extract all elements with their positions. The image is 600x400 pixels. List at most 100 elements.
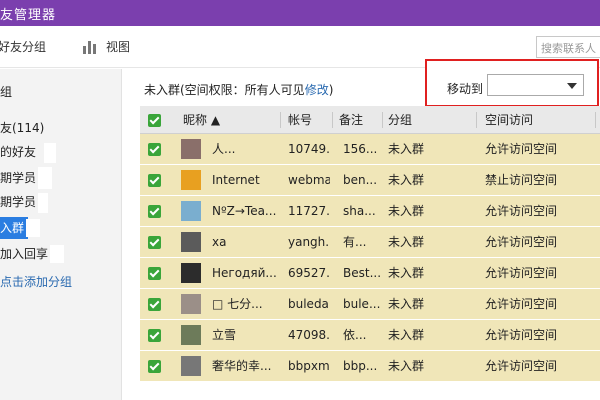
sidebar-item-students-2[interactable]: 期学员 — [0, 191, 36, 213]
row-checkbox[interactable] — [148, 143, 161, 156]
avatar — [181, 325, 201, 345]
select-all-checkbox[interactable] — [148, 114, 161, 127]
table-row[interactable]: □ 七分... buleda... bule... 未入群 允许访问空间 — [140, 289, 600, 320]
sidebar-item-not-joined[interactable]: 入群 — [0, 217, 29, 239]
column-divider — [280, 112, 281, 128]
cell-remark: 依... — [343, 328, 367, 342]
dropdown-arrow-icon — [567, 83, 577, 89]
redaction-block — [38, 193, 48, 213]
cell-remark: Best... — [343, 266, 381, 280]
redaction-block — [50, 245, 64, 263]
row-checkbox[interactable] — [148, 360, 161, 373]
cell-nickname: □ 七分... — [212, 297, 263, 311]
cell-group: 未入群 — [388, 359, 425, 373]
cell-group: 未入群 — [388, 173, 425, 187]
group-button[interactable]: 好友分组 — [0, 38, 46, 55]
table-row[interactable]: 人... 10749... 156... 未入群 允许访问空间 — [140, 134, 600, 165]
cell-nickname: Internet — [212, 173, 260, 187]
column-nickname[interactable]: 昵称 ▲ — [183, 106, 220, 134]
contacts-table: 昵称 ▲ 帐号 备注 分组 空间访问 人... 10749... 156... 未入群… — [140, 106, 600, 382]
column-divider — [332, 112, 333, 128]
sidebar-item-joined-share[interactable]: 加入回享 — [0, 243, 48, 265]
cell-nickname: xa — [212, 235, 227, 249]
cell-account: buleda... — [288, 297, 330, 311]
table-row[interactable]: Internet webma... ben... 未入群 禁止访问空间 — [140, 165, 600, 196]
title-bar: 友管理器 — [0, 0, 600, 26]
cell-group: 未入群 — [388, 266, 425, 280]
cell-group: 未入群 — [388, 328, 425, 342]
window-title: 友管理器 — [0, 8, 57, 23]
view-button[interactable]: 视图 — [82, 38, 130, 55]
cell-account: 11727... — [288, 204, 330, 218]
column-remark[interactable]: 备注 — [339, 106, 363, 134]
cell-space-access: 允许访问空间 — [485, 142, 558, 156]
sidebar-item-my-friends[interactable]: 的好友 — [0, 141, 36, 163]
search-input[interactable]: 搜索联系人 — [536, 36, 600, 58]
cell-space-access: 允许访问空间 — [485, 297, 558, 311]
avatar — [181, 201, 201, 221]
modify-link[interactable]: 修改 — [305, 83, 329, 97]
cell-account: 69527... — [288, 266, 330, 280]
move-to-label: 移动到 — [447, 82, 484, 96]
row-checkbox[interactable] — [148, 267, 161, 280]
cell-remark: sha... — [343, 204, 376, 218]
cell-remark: 156... — [343, 142, 378, 156]
table-row[interactable]: 奢华的幸... bbpxm... bbp... 未入群 允许访问空间 — [140, 351, 600, 382]
cell-account: 10749... — [288, 142, 330, 156]
avatar — [181, 139, 201, 159]
cell-space-access: 允许访问空间 — [485, 204, 558, 218]
bar-chart-icon — [83, 40, 96, 54]
group-button-label: 好友分组 — [0, 40, 47, 54]
row-checkbox[interactable] — [148, 236, 161, 249]
table-row[interactable]: 立雪 47098... 依... 未入群 允许访问空间 — [140, 320, 600, 351]
avatar — [181, 356, 201, 376]
row-checkbox[interactable] — [148, 329, 161, 342]
cell-account: webma... — [288, 173, 330, 187]
column-account[interactable]: 帐号 — [288, 106, 312, 134]
column-space-access[interactable]: 空间访问 — [485, 106, 533, 134]
row-checkbox[interactable] — [148, 298, 161, 311]
cell-nickname: NºZ→Tea... — [212, 204, 277, 218]
cell-space-access: 允许访问空间 — [485, 328, 558, 342]
avatar — [181, 294, 201, 314]
table-header: 昵称 ▲ 帐号 备注 分组 空间访问 — [140, 106, 600, 134]
cell-account: yangh... — [288, 235, 330, 249]
sidebar-item-students-1[interactable]: 期学员 — [0, 167, 36, 189]
permission-suffix: ) — [328, 83, 334, 97]
cell-group: 未入群 — [388, 297, 425, 311]
view-button-label: 视图 — [106, 40, 131, 54]
move-to-select[interactable] — [487, 74, 584, 96]
redaction-block — [26, 219, 40, 237]
table-row[interactable]: NºZ→Tea... 11727... sha... 未入群 允许访问空间 — [140, 196, 600, 227]
cell-remark: ben... — [343, 173, 378, 187]
cell-space-access: 允许访问空间 — [485, 359, 558, 373]
column-divider — [595, 112, 596, 128]
table-row[interactable]: Негодяй... 69527... Best... 未入群 允许访问空间 — [140, 258, 600, 289]
redaction-block — [38, 167, 52, 189]
redaction-block — [44, 143, 56, 163]
cell-group: 未入群 — [388, 204, 425, 218]
cell-nickname: 奢华的幸... — [212, 359, 272, 373]
avatar — [181, 263, 201, 283]
cell-group: 未入群 — [388, 235, 425, 249]
cell-account: 47098... — [288, 328, 330, 342]
group-sidebar: 组 友(114) 的好友 期学员 期学员 入群 加入回享 点击添加分组 — [0, 69, 122, 400]
cell-group: 未入群 — [388, 142, 425, 156]
cell-space-access: 允许访问空间 — [485, 266, 558, 280]
table-body: 人...10749...156...未入群允许访问空间Internetwebma… — [140, 134, 600, 382]
cell-remark: bule... — [343, 297, 381, 311]
column-divider — [382, 112, 383, 128]
sidebar-item-friends[interactable]: 友(114) — [0, 117, 44, 139]
move-to-area: 移动到 — [425, 59, 599, 107]
cell-nickname: Негодяй... — [212, 266, 277, 280]
row-checkbox[interactable] — [148, 205, 161, 218]
cell-remark: bbp... — [343, 359, 378, 373]
column-group[interactable]: 分组 — [388, 106, 412, 134]
table-row[interactable]: xa yangh... 有... 未入群 允许访问空间 — [140, 227, 600, 258]
sidebar-header: 组 — [0, 85, 13, 99]
add-group-link[interactable]: 点击添加分组 — [0, 271, 72, 293]
permission-prefix: 未入群(空间权限：所有人可见 — [144, 83, 305, 97]
cell-space-access: 允许访问空间 — [485, 235, 558, 249]
row-checkbox[interactable] — [148, 174, 161, 187]
avatar — [181, 170, 201, 190]
